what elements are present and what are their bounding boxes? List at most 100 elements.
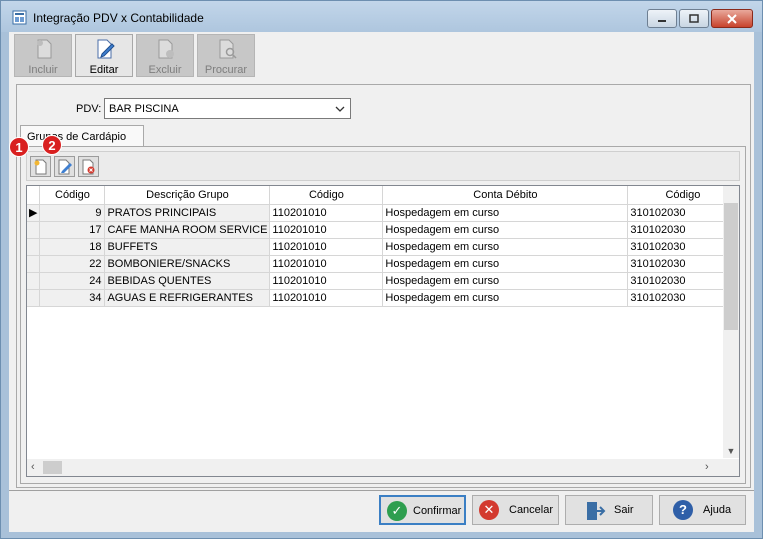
cell-codigo-credito[interactable]: 310102030 <box>627 204 739 222</box>
cell-descricao[interactable]: BEBIDAS QUENTES <box>104 272 271 290</box>
table-row[interactable]: 24 BEBIDAS QUENTES 110201010 Hospedagem … <box>27 272 739 290</box>
cell-descricao[interactable]: CAFE MANHA ROOM SERVICE <box>104 221 271 239</box>
scroll-right-icon[interactable]: › <box>705 461 709 473</box>
editar-label: Editar <box>89 64 119 76</box>
cell-conta-debito[interactable]: Hospedagem em curso <box>382 238 629 256</box>
annotation-badge-2: 2 <box>42 135 62 155</box>
cell-conta-debito[interactable]: Hospedagem em curso <box>382 255 629 273</box>
cell-codigo[interactable]: 34 <box>39 289 106 307</box>
cell-descricao[interactable]: BUFFETS <box>104 238 271 256</box>
header-descricao-grupo[interactable]: Descrição Grupo <box>104 186 271 205</box>
cell-codigo[interactable]: 18 <box>39 238 106 256</box>
tab-grupos-cardapio[interactable]: Grupos de Cardápio <box>20 125 144 147</box>
edit-row-button[interactable] <box>54 156 75 177</box>
cell-codigo-debito[interactable]: 110201010 <box>269 238 384 256</box>
pdv-select-value: BAR PISCINA <box>109 103 179 115</box>
cell-codigo-debito[interactable]: 110201010 <box>269 255 384 273</box>
ajuda-button[interactable]: ? Ajuda <box>659 495 746 525</box>
row-indicator <box>27 272 41 290</box>
maximize-button[interactable] <box>679 9 709 28</box>
procurar-button[interactable]: Procurar <box>197 34 255 77</box>
pdv-label: PDV: <box>76 103 102 115</box>
confirmar-label: Confirmar <box>413 505 462 517</box>
horizontal-scrollbar[interactable]: ‹ › <box>27 459 739 476</box>
incluir-label: Incluir <box>28 64 58 76</box>
cancelar-button[interactable]: ✕ Cancelar <box>472 495 559 525</box>
title-bar: Integração PDV x Contabilidade <box>1 1 762 32</box>
chevron-down-icon <box>335 106 345 112</box>
cell-codigo-debito[interactable]: 110201010 <box>269 272 384 290</box>
row-indicator <box>27 255 41 273</box>
cell-codigo[interactable]: 24 <box>39 272 106 290</box>
tab-page: Código Descrição Grupo Código Conta Débi… <box>20 146 746 484</box>
cell-codigo-debito[interactable]: 110201010 <box>269 204 384 222</box>
grid-toolbar <box>26 151 740 181</box>
new-document-icon <box>37 39 52 59</box>
add-row-button[interactable] <box>30 156 51 177</box>
cell-descricao[interactable]: BOMBONIERE/SNACKS <box>104 255 271 273</box>
delete-document-icon <box>82 159 95 175</box>
cell-descricao[interactable]: PRATOS PRINCIPAIS <box>104 204 271 222</box>
table-row[interactable]: 22 BOMBONIERE/SNACKS 110201010 Hospedage… <box>27 255 739 273</box>
cell-codigo-credito[interactable]: 310102030 <box>627 255 739 273</box>
header-codigo-credito[interactable]: Código <box>627 186 739 205</box>
check-icon: ✓ <box>387 501 407 521</box>
add-document-icon <box>34 159 47 175</box>
cell-conta-debito[interactable]: Hospedagem em curso <box>382 221 629 239</box>
vertical-scrollbar[interactable]: ▼ <box>723 186 739 458</box>
horizontal-scroll-thumb[interactable] <box>43 461 62 474</box>
exit-door-icon <box>587 502 606 520</box>
header-conta-debito[interactable]: Conta Débito <box>382 186 629 205</box>
cell-codigo-debito[interactable]: 110201010 <box>269 221 384 239</box>
close-button[interactable] <box>711 9 753 28</box>
confirmar-button[interactable]: ✓ Confirmar <box>379 495 466 525</box>
cell-codigo[interactable]: 9 <box>39 204 106 222</box>
excluir-label: Excluir <box>148 64 182 76</box>
scroll-left-icon[interactable]: ‹ <box>31 461 35 473</box>
maximize-icon <box>689 14 699 23</box>
minimize-button[interactable] <box>647 9 677 28</box>
search-document-icon <box>219 39 237 59</box>
cell-codigo[interactable]: 17 <box>39 221 106 239</box>
help-icon: ? <box>673 500 693 520</box>
edit-icon <box>97 39 115 59</box>
cell-conta-debito[interactable]: Hospedagem em curso <box>382 204 629 222</box>
header-codigo[interactable]: Código <box>39 186 106 205</box>
cell-descricao[interactable]: AGUAS E REFRIGERANTES <box>104 289 271 307</box>
table-row[interactable]: 17 CAFE MANHA ROOM SERVICE 110201010 Hos… <box>27 221 739 239</box>
vertical-scroll-thumb[interactable] <box>724 203 738 330</box>
incluir-button[interactable]: Incluir <box>14 34 72 77</box>
cell-codigo-credito[interactable]: 310102030 <box>627 272 739 290</box>
current-row-indicator-icon: ▶ <box>27 204 41 222</box>
editar-button[interactable]: Editar <box>75 34 133 77</box>
grid-header-row: Código Descrição Grupo Código Conta Débi… <box>27 186 739 205</box>
window-title: Integração PDV x Contabilidade <box>33 11 204 25</box>
table-row[interactable]: ▶ 9 PRATOS PRINCIPAIS 110201010 Hospedag… <box>27 204 739 222</box>
table-row[interactable]: 18 BUFFETS 110201010 Hospedagem em curso… <box>27 238 739 256</box>
cell-codigo[interactable]: 22 <box>39 255 106 273</box>
row-indicator <box>27 221 41 239</box>
header-codigo-debito[interactable]: Código <box>269 186 384 205</box>
cell-codigo-credito[interactable]: 310102030 <box>627 289 739 307</box>
cancelar-label: Cancelar <box>509 504 554 516</box>
delete-document-icon <box>158 39 174 59</box>
pdv-select[interactable]: BAR PISCINA <box>104 98 351 119</box>
row-indicator <box>27 289 41 307</box>
cell-conta-debito[interactable]: Hospedagem em curso <box>382 289 629 307</box>
excluir-button[interactable]: Excluir <box>136 34 194 77</box>
procurar-label: Procurar <box>204 64 248 76</box>
scroll-down-icon[interactable]: ▼ <box>723 446 739 456</box>
table-row[interactable]: 34 AGUAS E REFRIGERANTES 110201010 Hospe… <box>27 289 739 307</box>
cell-conta-debito[interactable]: Hospedagem em curso <box>382 272 629 290</box>
cell-codigo-credito[interactable]: 310102030 <box>627 221 739 239</box>
footer-divider <box>9 490 754 491</box>
delete-row-button[interactable] <box>78 156 99 177</box>
minimize-icon <box>658 19 666 22</box>
sair-button[interactable]: Sair <box>565 495 653 525</box>
cell-codigo-credito[interactable]: 310102030 <box>627 238 739 256</box>
cell-codigo-debito[interactable]: 110201010 <box>269 289 384 307</box>
window-client: Incluir Editar Excluir Procurar PDV: BAR… <box>9 32 754 532</box>
ajuda-label: Ajuda <box>703 504 732 516</box>
grid-table: Código Descrição Grupo Código Conta Débi… <box>27 186 739 307</box>
toolbar: Incluir Editar Excluir Procurar <box>13 34 754 78</box>
